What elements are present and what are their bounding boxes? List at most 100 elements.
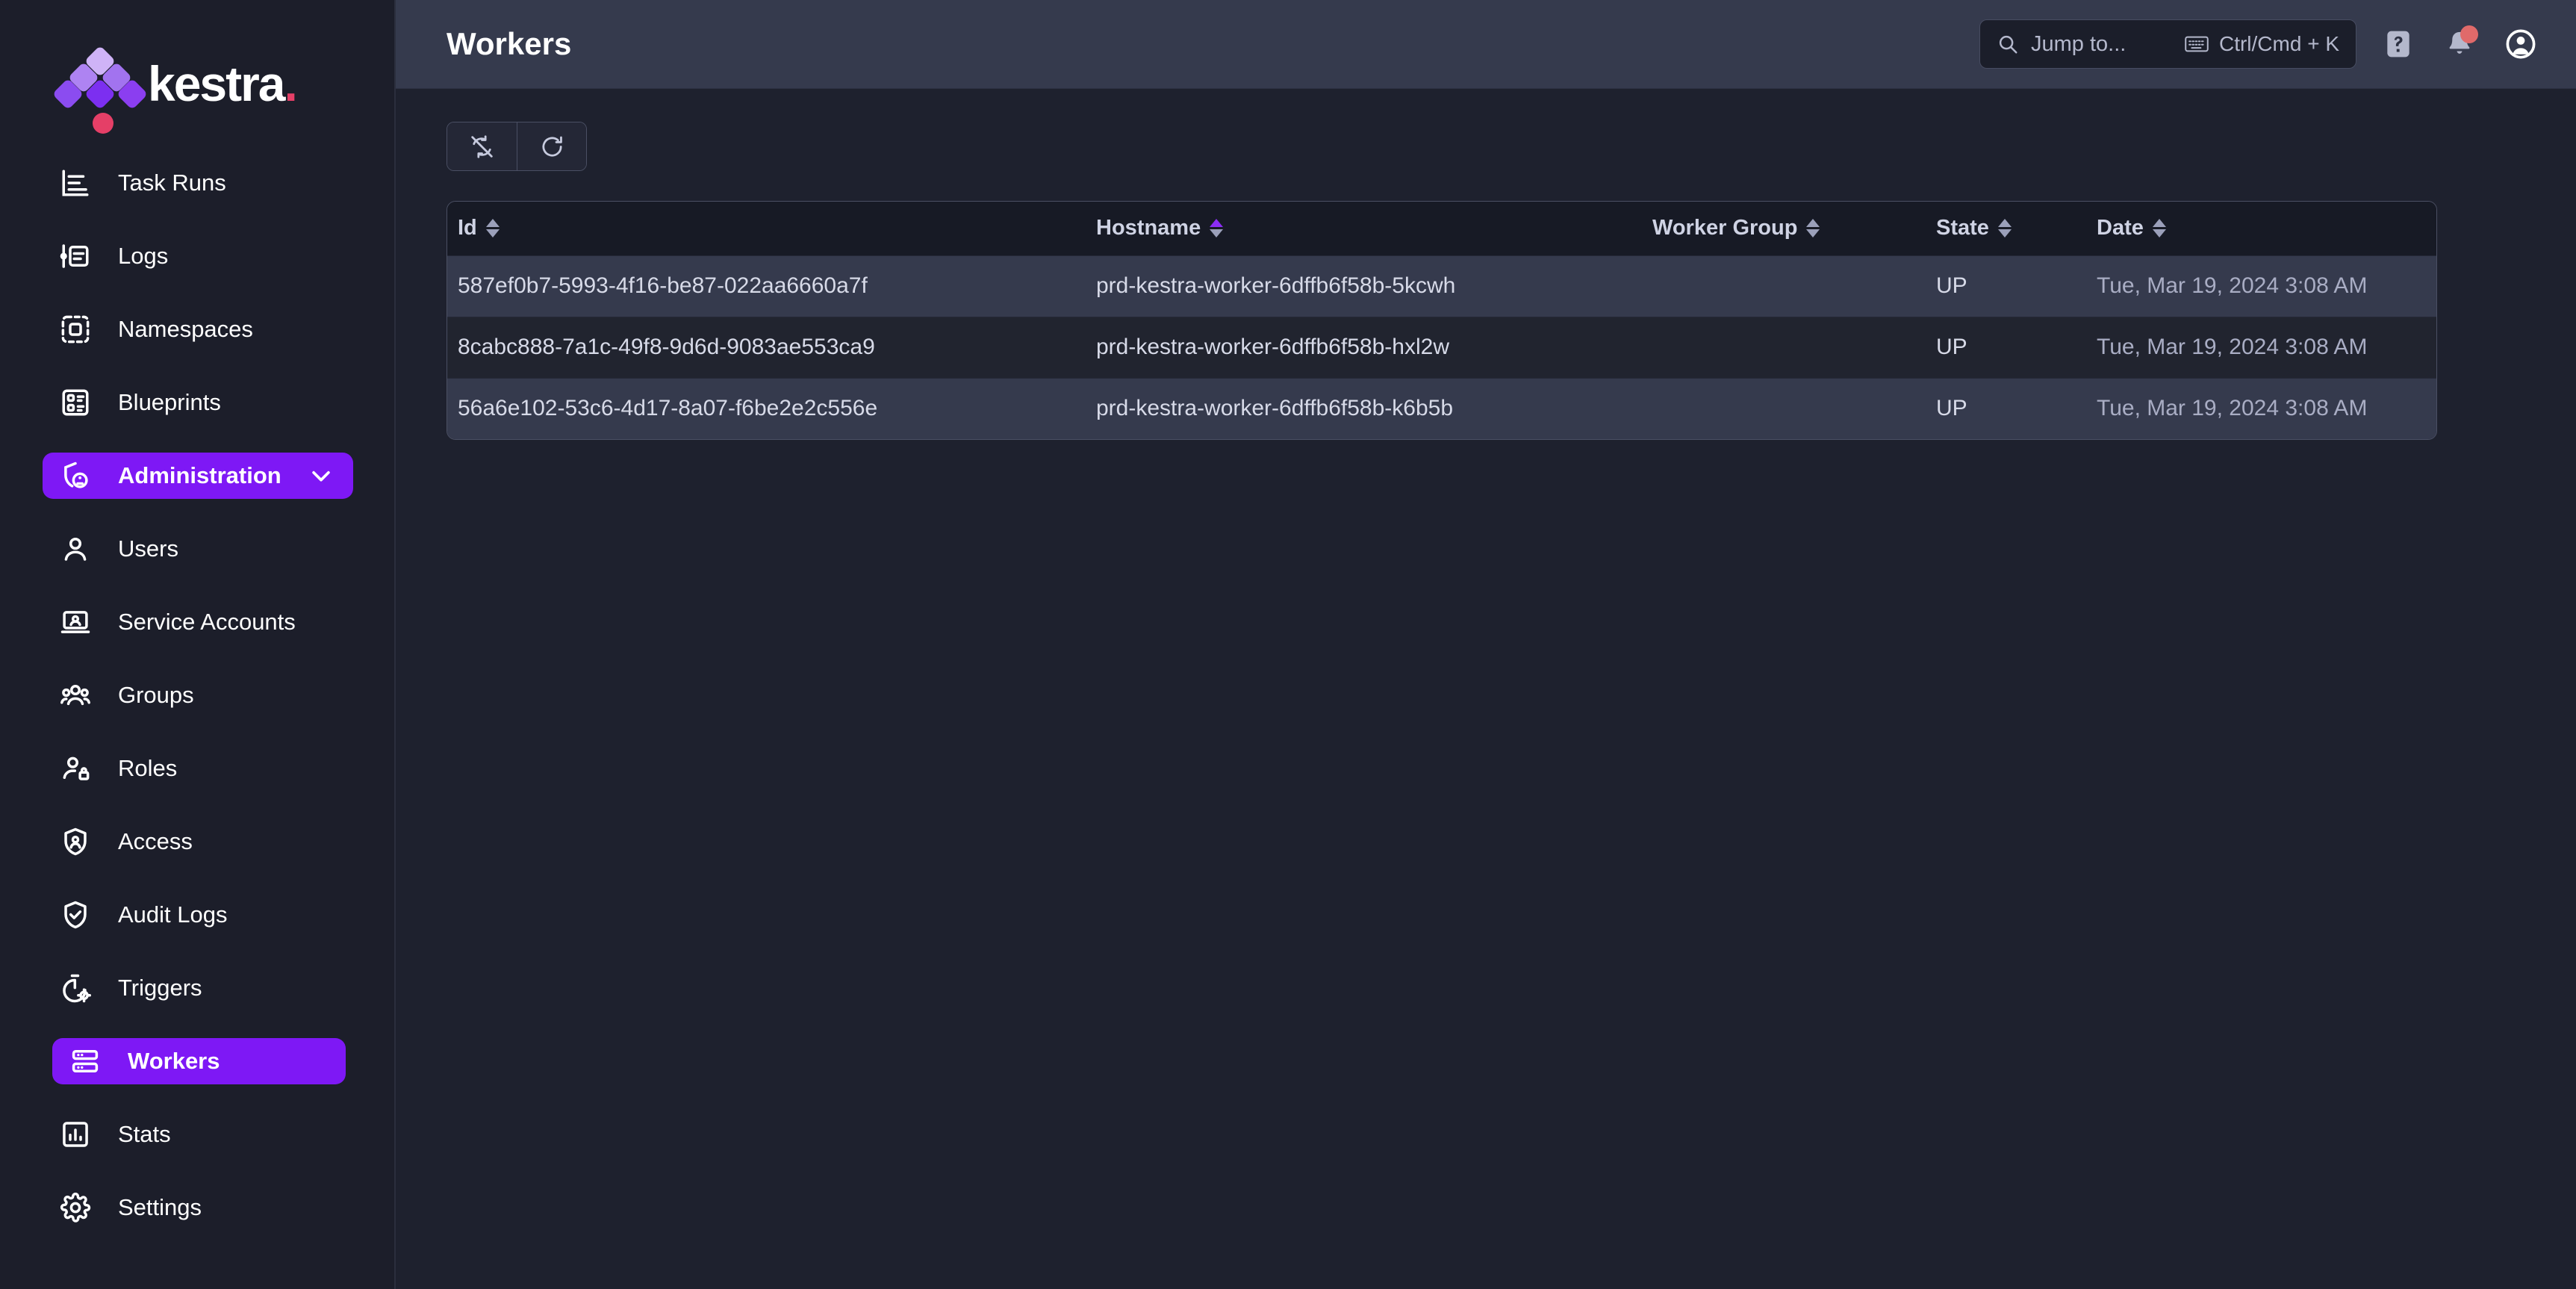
sidebar-item-logs[interactable]: Logs [0,233,394,279]
sidebar-item-label: Service Accounts [118,609,296,635]
column-header-hostname[interactable]: Hostname [1086,202,1642,255]
sidebar-item-label: Namespaces [118,316,253,342]
sidebar-item-label: Users [118,535,178,562]
page-title: Workers [447,26,572,61]
sidebar-item-label: Blueprints [118,389,221,415]
top-bar: Workers Ctrl/Cmd + K [396,0,2576,89]
cell-state: UP [1936,273,1967,298]
audit-logs-icon [58,898,93,932]
cell-worker-group [1642,317,1926,378]
sidebar-nav: Task Runs Logs Namespaces Blueprints Adm… [0,114,394,1231]
blueprints-icon [58,385,93,420]
search-input[interactable] [2031,31,2173,57]
auto-refresh-off-button[interactable] [447,122,517,170]
sidebar-item-label: Audit Logs [118,901,228,928]
refresh-button-group [447,122,587,171]
table-toolbar [447,122,2525,171]
brand-name: kestra. [148,56,298,111]
user-icon [58,532,93,566]
account-button[interactable] [2501,25,2540,63]
cell-id: 587ef0b7-5993-4f16-be87-022aa6660a7f [458,273,868,298]
shortcut-label: Ctrl/Cmd + K [2218,32,2339,55]
cell-date: Tue, Mar 19, 2024 3:08 AM [2097,335,2368,359]
sort-toggle-hostname[interactable] [1210,219,1224,238]
chevron-down-icon[interactable] [308,463,334,488]
sidebar-item-triggers[interactable]: Triggers [0,965,394,1011]
sidebar-item-audit-logs[interactable]: Audit Logs [0,892,394,938]
app-logo[interactable]: kestra. [0,0,394,134]
sort-toggle-date[interactable] [2152,219,2166,238]
sidebar-item-stats[interactable]: Stats [0,1111,394,1158]
table-row[interactable]: 8cabc888-7a1c-49f8-9d6d-9083ae553ca9 prd… [447,317,2436,378]
column-label: State [1936,216,1989,240]
sidebar-item-label: Administration [118,462,281,488]
sidebar-item-administration[interactable]: Administration [43,453,353,499]
workers-icon [68,1044,102,1078]
sidebar-item-label: Task Runs [118,170,226,196]
top-bar-actions: Ctrl/Cmd + K [1979,19,2540,69]
column-header-id[interactable]: Id [447,202,1086,255]
cell-date: Tue, Mar 19, 2024 3:08 AM [2097,273,2368,298]
cell-hostname: prd-kestra-worker-6dffb6f58b-k6b5b [1096,396,1454,421]
sort-toggle-id[interactable] [485,219,500,238]
sort-toggle-worker-group[interactable] [1806,219,1820,238]
column-header-state[interactable]: State [1926,202,2086,255]
cell-id: 56a6e102-53c6-4d17-8a07-f6be2e2c556e [458,396,878,421]
sidebar-item-service-accounts[interactable]: Service Accounts [0,599,394,645]
cell-hostname: prd-kestra-worker-6dffb6f58b-5kcwh [1096,273,1456,298]
jump-to-search[interactable]: Ctrl/Cmd + K [1979,19,2356,69]
sidebar-item-label: Stats [118,1121,171,1147]
refresh-icon [539,134,565,160]
column-label: Date [2097,216,2144,240]
sync-disabled-icon [469,134,495,160]
cell-date: Tue, Mar 19, 2024 3:08 AM [2097,396,2368,421]
kestra-diamond-logo [52,45,149,134]
sidebar-item-label: Roles [118,755,178,781]
column-label: Id [458,216,477,240]
sidebar-item-workers[interactable]: Workers [52,1038,346,1084]
table-row[interactable]: 56a6e102-53c6-4d17-8a07-f6be2e2c556e prd… [447,378,2436,439]
sidebar-item-blueprints[interactable]: Blueprints [0,379,394,426]
sidebar-item-task-runs[interactable]: Task Runs [0,160,394,206]
access-shield-icon [58,824,93,859]
refresh-button[interactable] [517,122,586,170]
user-account-icon [2504,27,2538,61]
table-body: 587ef0b7-5993-4f16-be87-022aa6660a7f prd… [447,255,2436,439]
triggers-icon [58,971,93,1005]
cell-worker-group [1642,378,1926,439]
roles-icon [58,751,93,786]
settings-gear-icon [58,1190,93,1225]
sidebar-item-access[interactable]: Access [0,819,394,865]
logs-icon [58,239,93,273]
cell-state: UP [1936,396,1967,421]
shortcut-hint: Ctrl/Cmd + K [2185,32,2339,56]
content-area: Id Hostname Worker Group State Date 587e… [396,89,2576,1289]
cell-hostname: prd-kestra-worker-6dffb6f58b-hxl2w [1096,335,1449,359]
column-header-worker-group[interactable]: Worker Group [1642,202,1926,255]
sidebar-item-namespaces[interactable]: Namespaces [0,306,394,352]
sidebar-item-label: Workers [128,1048,220,1074]
cell-state: UP [1936,335,1967,359]
sidebar-item-settings[interactable]: Settings [0,1184,394,1231]
workers-table: Id Hostname Worker Group State Date 587e… [447,201,2437,440]
sidebar-item-roles[interactable]: Roles [0,745,394,792]
task-runs-icon [58,166,93,200]
help-button[interactable] [2379,25,2418,63]
help-question-icon [2382,28,2415,60]
table-header-row: Id Hostname Worker Group State Date [447,202,2436,255]
cell-worker-group [1642,255,1926,317]
notifications-button[interactable] [2440,25,2479,63]
sidebar-item-groups[interactable]: Groups [0,672,394,718]
sidebar-item-users[interactable]: Users [0,526,394,572]
app-root: kestra. Task Runs Logs Namespaces Bluepr… [0,0,2576,1289]
keyboard-icon [2185,34,2209,54]
sidebar-item-label: Access [118,828,193,854]
sort-toggle-state[interactable] [1997,219,2012,238]
sidebar-item-label: Triggers [118,975,202,1001]
column-header-date[interactable]: Date [2086,202,2436,255]
table-row[interactable]: 587ef0b7-5993-4f16-be87-022aa6660a7f prd… [447,255,2436,317]
sidebar: kestra. Task Runs Logs Namespaces Bluepr… [0,0,396,1289]
sidebar-item-label: Groups [118,682,194,708]
sidebar-item-label: Logs [118,243,169,269]
groups-icon [58,678,93,712]
